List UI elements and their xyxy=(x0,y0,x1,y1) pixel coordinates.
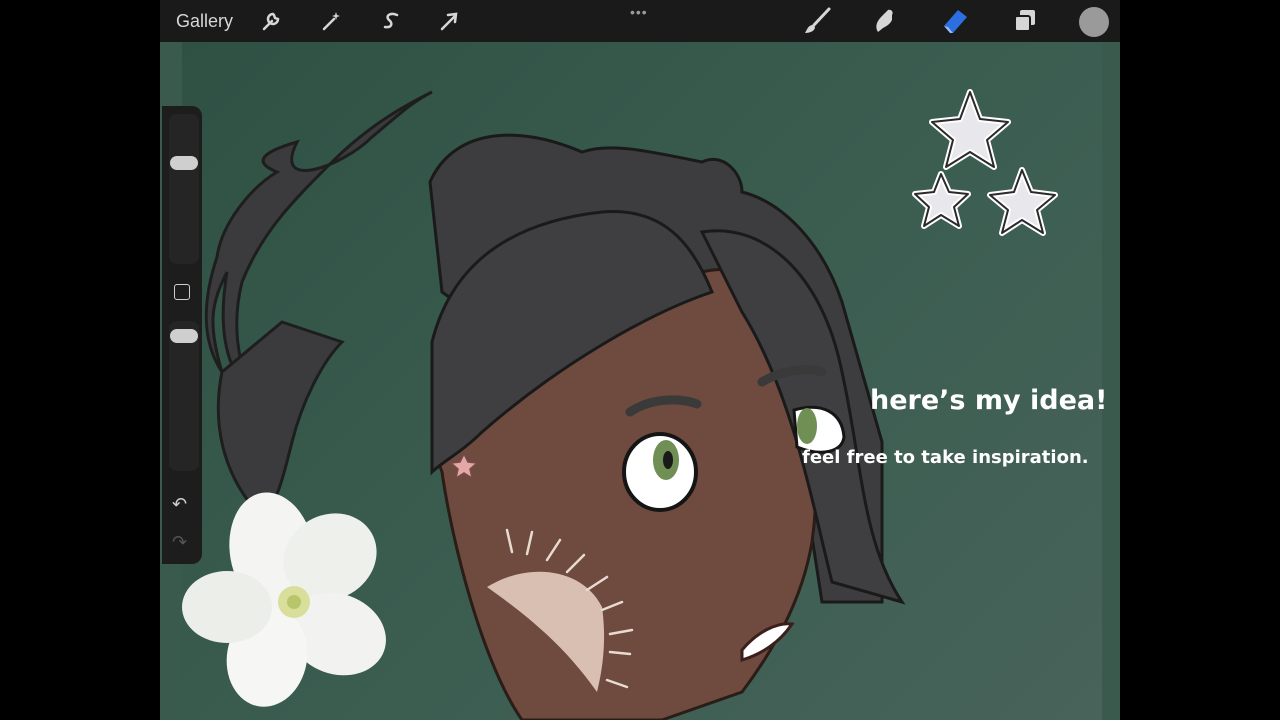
opacity-slider[interactable] xyxy=(169,321,199,471)
procreate-app: here’s my idea! feel free to take inspir… xyxy=(160,0,1120,720)
drawing-canvas[interactable]: here’s my idea! feel free to take inspir… xyxy=(182,42,1107,720)
artwork xyxy=(182,89,1058,720)
selection-s-icon[interactable] xyxy=(378,9,404,33)
undo-icon[interactable]: ↶ xyxy=(172,494,187,515)
side-toolbar: ↶ ↷ xyxy=(162,106,202,564)
flower-sticker xyxy=(182,492,386,707)
smudge-icon[interactable] xyxy=(870,6,900,36)
brush-size-thumb[interactable] xyxy=(170,156,198,170)
right-iris xyxy=(797,408,817,444)
caption-title: here’s my idea! xyxy=(870,385,1108,416)
more-options-icon[interactable]: ••• xyxy=(630,4,648,20)
brush-icon[interactable] xyxy=(802,6,832,36)
eraser-icon[interactable] xyxy=(940,6,970,36)
left-pupil xyxy=(663,451,673,469)
caption-body: feel free to take inspiration. xyxy=(802,447,1089,468)
top-toolbar: Gallery ••• xyxy=(160,0,1120,42)
opacity-thumb[interactable] xyxy=(170,329,198,343)
wrench-icon[interactable] xyxy=(258,9,284,33)
redo-icon[interactable]: ↷ xyxy=(172,532,187,553)
modify-button[interactable] xyxy=(174,284,190,300)
gallery-button[interactable]: Gallery xyxy=(176,11,233,32)
layers-icon[interactable] xyxy=(1010,6,1040,36)
magic-wand-icon[interactable] xyxy=(318,9,344,33)
brush-size-slider[interactable] xyxy=(169,114,199,264)
color-swatch[interactable] xyxy=(1079,7,1109,37)
transform-arrow-icon[interactable] xyxy=(436,9,462,33)
